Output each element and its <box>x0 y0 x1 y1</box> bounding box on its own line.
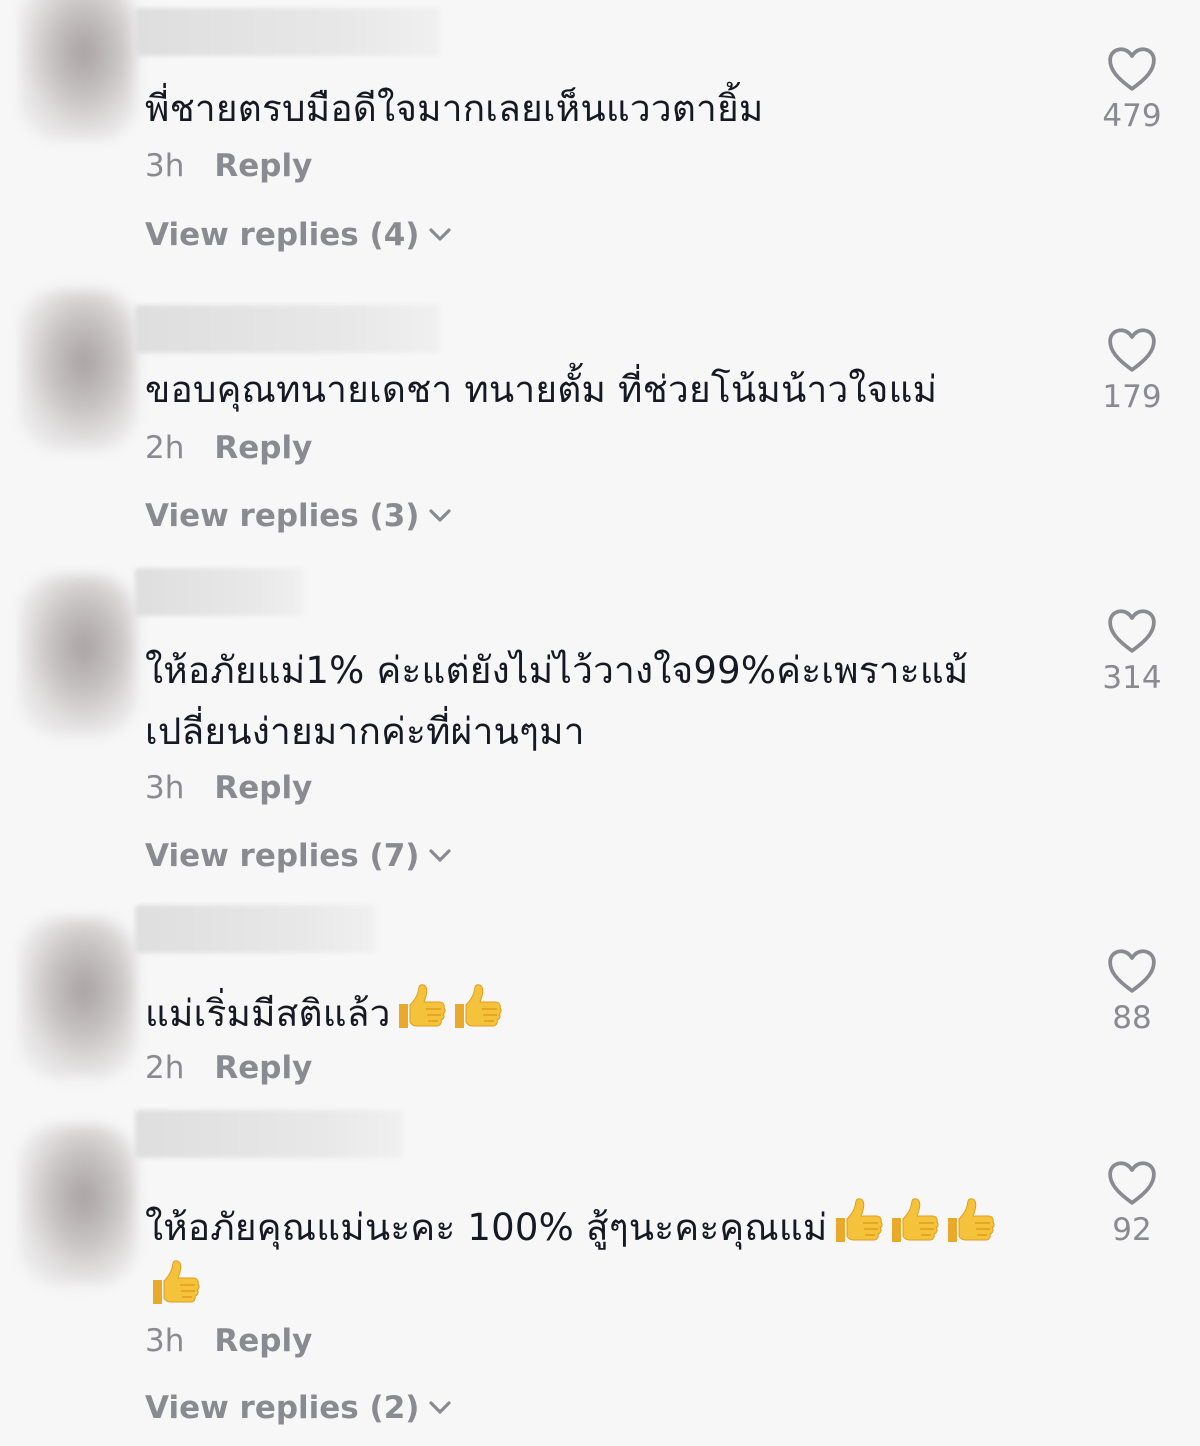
like-count: 479 <box>1102 98 1162 134</box>
comment-text: พี่ชายตรบมือดีใจมากเลยเห็นแววตายิ้ม <box>145 87 764 130</box>
view-replies-button[interactable]: View replies (2) <box>145 1390 455 1426</box>
like-count: 179 <box>1102 379 1162 415</box>
username[interactable] <box>135 905 375 953</box>
thumbs-up-icon <box>942 1196 996 1246</box>
like-count: 92 <box>1112 1212 1152 1248</box>
heart-icon <box>1107 46 1157 92</box>
avatar[interactable] <box>20 575 136 735</box>
avatar[interactable] <box>20 1125 136 1285</box>
comment-text: ให้อภัยแม่1% ค่ะแต่ยังไม่ไว้วางใจ99%ค่ะเ… <box>145 640 1025 762</box>
username[interactable] <box>135 305 440 353</box>
like-button[interactable]: 479 <box>1090 46 1174 134</box>
avatar[interactable] <box>20 0 136 140</box>
username[interactable] <box>135 8 440 56</box>
comment-meta: 3h Reply <box>145 770 312 806</box>
like-count: 88 <box>1112 1000 1152 1036</box>
like-button[interactable]: 314 <box>1090 608 1174 696</box>
like-button[interactable]: 88 <box>1090 948 1174 1036</box>
thumbs-up-icon <box>393 982 447 1032</box>
thumbs-up-icon <box>886 1196 940 1246</box>
chevron-down-icon <box>425 841 455 871</box>
comment-text-line: เปลี่ยนง่ายมากค่ะที่ผ่านๆมา <box>145 710 585 753</box>
view-replies-button[interactable]: View replies (3) <box>145 498 455 534</box>
comment-meta: 3h Reply <box>145 1323 312 1359</box>
reply-button[interactable]: Reply <box>214 1050 312 1086</box>
view-replies-label: View replies (7) <box>145 838 420 874</box>
comment-meta: 3h Reply <box>145 148 312 184</box>
comment-time: 2h <box>145 1050 185 1086</box>
view-replies-button[interactable]: View replies (7) <box>145 838 455 874</box>
chevron-down-icon <box>425 220 455 250</box>
comment-meta: 2h Reply <box>145 1050 312 1086</box>
comment-meta: 2h Reply <box>145 430 312 466</box>
thumbs-up-icon <box>830 1196 884 1246</box>
comment-time: 2h <box>145 430 185 466</box>
heart-icon <box>1107 327 1157 373</box>
heart-icon <box>1107 608 1157 654</box>
comment-text: แม่เริ่มมีสติแล้ว <box>145 982 1025 1044</box>
like-button[interactable]: 179 <box>1090 327 1174 415</box>
comment-text-line: ให้อภัยแม่1% ค่ะแต่ยังไม่ไว้วางใจ99%ค่ะเ… <box>145 649 969 692</box>
like-button[interactable]: 92 <box>1090 1160 1174 1248</box>
comment-text-body: ให้อภัยคุณแม่นะคะ 100% สู้ๆนะคะคุณแม่ <box>145 1206 828 1249</box>
chevron-down-icon <box>425 1393 455 1423</box>
reply-button[interactable]: Reply <box>214 148 312 184</box>
comment-time: 3h <box>145 148 185 184</box>
username[interactable] <box>135 568 303 616</box>
view-replies-label: View replies (3) <box>145 498 420 534</box>
comment-text: ให้อภัยคุณแม่นะคะ 100% สู้ๆนะคะคุณแม่ <box>145 1196 1025 1320</box>
comment-time: 3h <box>145 1323 185 1359</box>
reply-button[interactable]: Reply <box>214 1323 312 1359</box>
like-count: 314 <box>1102 660 1162 696</box>
comment-text-body: แม่เริ่มมีสติแล้ว <box>145 992 391 1035</box>
view-replies-label: View replies (4) <box>145 217 420 253</box>
comment-time: 3h <box>145 770 185 806</box>
avatar[interactable] <box>20 290 136 450</box>
heart-icon <box>1107 1160 1157 1206</box>
thumbs-up-icon <box>147 1258 201 1308</box>
comment-text: ขอบคุณทนายเดชา ทนายตั้ม ที่ช่วยโน้มน้าวใ… <box>145 368 938 411</box>
avatar[interactable] <box>20 918 136 1078</box>
reply-button[interactable]: Reply <box>214 430 312 466</box>
thumbs-up-icon <box>449 982 503 1032</box>
comments-panel: พี่ชายตรบมือดีใจมากเลยเห็นแววตายิ้ม 3h R… <box>0 0 1200 1446</box>
chevron-down-icon <box>425 501 455 531</box>
heart-icon <box>1107 948 1157 994</box>
username[interactable] <box>135 1110 403 1158</box>
view-replies-button[interactable]: View replies (4) <box>145 217 455 253</box>
view-replies-label: View replies (2) <box>145 1390 420 1426</box>
reply-button[interactable]: Reply <box>214 770 312 806</box>
